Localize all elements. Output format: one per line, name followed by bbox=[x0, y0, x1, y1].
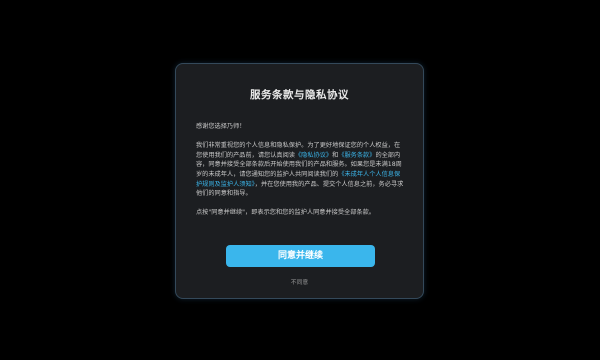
terms-of-service-link[interactable]: 《服务条款》 bbox=[338, 152, 375, 159]
policy-paragraph: 我们非常重视您的个人信息和隐私保护。为了更好地保证您的个人权益，在您使用我们的产… bbox=[196, 141, 406, 199]
privacy-policy-link[interactable]: 《隐私协议》 bbox=[295, 152, 332, 159]
greeting-text: 感谢您选择乃师！ bbox=[196, 123, 246, 130]
dialog-body: 感谢您选择乃师！ 我们非常重视您的个人信息和隐私保护。为了更好地保证您的个人权益… bbox=[196, 122, 406, 218]
terms-privacy-dialog: 服务条款与隐私协议 感谢您选择乃师！ 我们非常重视您的个人信息和隐私保护。为了更… bbox=[175, 63, 424, 299]
consent-note: 点按"同意并继续"，即表示您和您的监护人同意并接受全部条款。 bbox=[196, 209, 375, 217]
agree-and-continue-button[interactable]: 同意并继续 bbox=[226, 245, 375, 267]
screen: 服务条款与隐私协议 感谢您选择乃师！ 我们非常重视您的个人信息和隐私保护。为了更… bbox=[0, 0, 600, 360]
disagree-link[interactable]: 不同意 bbox=[176, 277, 423, 286]
dialog-title: 服务条款与隐私协议 bbox=[250, 89, 349, 101]
